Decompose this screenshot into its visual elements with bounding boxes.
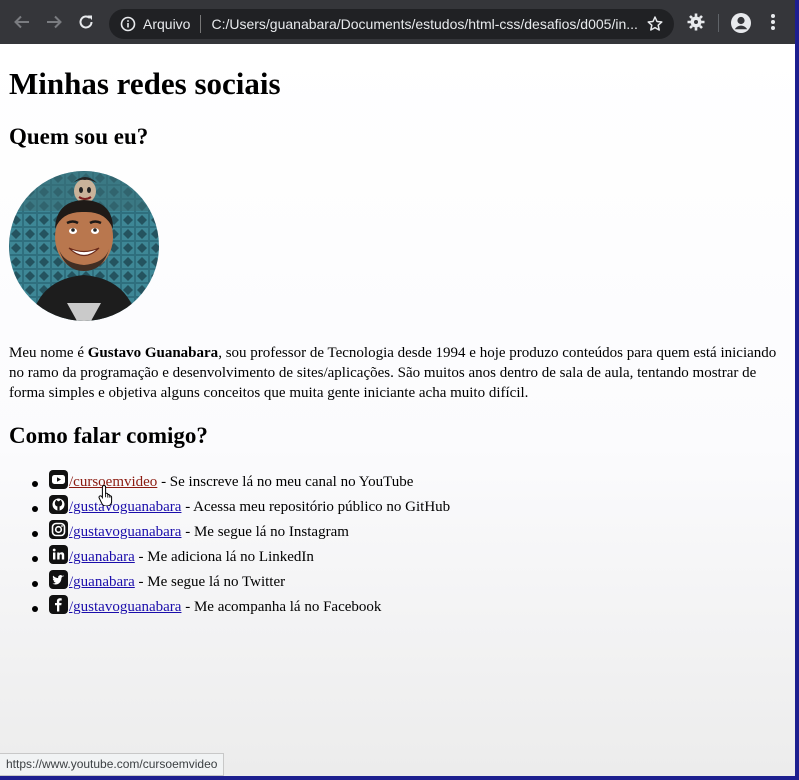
arrow-left-icon xyxy=(14,15,29,29)
address-separator xyxy=(200,15,202,33)
account-icon xyxy=(731,13,751,33)
linkedin-description: - Me adiciona lá no LinkedIn xyxy=(134,549,314,565)
bullet xyxy=(32,506,38,512)
linkedin-link[interactable]: /guanabara xyxy=(69,549,135,565)
about-heading: Quem sou eu? xyxy=(9,124,149,149)
browser-window: Arquivo C:/Users/guanabara/Documents/est… xyxy=(0,0,795,776)
back-button[interactable] xyxy=(6,6,38,38)
info-icon xyxy=(120,16,136,32)
twitter-link[interactable]: /guanabara xyxy=(69,574,135,590)
twitter-description: - Me segue lá no Twitter xyxy=(134,574,286,590)
contact-heading: Como falar comigo? xyxy=(9,423,208,448)
instagram-description: - Me segue lá no Instagram xyxy=(181,524,349,540)
list-item-github: /gustavoguanabara - Acessa meu repositór… xyxy=(0,495,450,520)
bullet xyxy=(32,606,38,612)
bullet xyxy=(32,556,38,562)
instagram-icon[interactable] xyxy=(49,520,68,539)
github-icon[interactable] xyxy=(49,495,68,514)
address-bar[interactable]: Arquivo C:/Users/guanabara/Documents/est… xyxy=(109,9,674,39)
bio-paragraph: Meu nome é Gustavo Guanabara, sou profes… xyxy=(9,343,779,403)
profile-button[interactable] xyxy=(730,12,752,39)
star-icon xyxy=(647,16,663,31)
facebook-icon[interactable] xyxy=(49,595,68,614)
site-info-button[interactable] xyxy=(119,15,137,33)
profile-photo xyxy=(9,171,159,321)
page-content: Minhas redes sociais Quem sou eu? Meu no… xyxy=(0,44,795,776)
forward-button[interactable] xyxy=(38,6,70,38)
address-url[interactable]: C:/Users/guanabara/Documents/estudos/htm… xyxy=(211,16,643,32)
youtube-icon[interactable] xyxy=(49,470,68,489)
linkedin-icon[interactable] xyxy=(49,545,68,564)
status-bar-url: https://www.youtube.com/cursoemvideo xyxy=(0,753,225,776)
youtube-description: - Se inscreve lá no meu canal no YouTube xyxy=(157,474,414,490)
github-link[interactable]: /gustavoguanabara xyxy=(69,499,181,515)
extension-gear-icon xyxy=(687,13,705,31)
bullet xyxy=(32,531,38,537)
github-description: - Acessa meu repositório público no GitH… xyxy=(181,499,451,515)
arrow-right-icon xyxy=(47,15,62,29)
hand-pointer-cursor-icon xyxy=(98,484,113,506)
instagram-link[interactable]: /gustavoguanabara xyxy=(69,524,181,540)
browser-toolbar: Arquivo C:/Users/guanabara/Documents/est… xyxy=(0,0,795,44)
bullet xyxy=(32,581,38,587)
list-item-twitter: /guanabara - Me segue lá no Twitter xyxy=(0,570,450,595)
site-info-label[interactable]: Arquivo xyxy=(143,16,190,32)
kebab-menu-icon xyxy=(771,14,775,30)
list-item-facebook: /gustavoguanabara - Me acompanha lá no F… xyxy=(0,595,450,620)
browser-menu-button[interactable] xyxy=(767,12,779,37)
extension-button[interactable] xyxy=(686,12,706,37)
reload-icon xyxy=(79,15,93,29)
facebook-link[interactable]: /gustavoguanabara xyxy=(69,599,181,615)
bio-name: Gustavo Guanabara xyxy=(87,345,219,361)
list-item-youtube: /cursoemvideo - Se inscreve lá no meu ca… xyxy=(0,470,450,495)
list-item-linkedin: /guanabara - Me adiciona lá no LinkedIn xyxy=(0,545,450,570)
bio-prefix: Meu nome é xyxy=(9,345,88,361)
facebook-description: - Me acompanha lá no Facebook xyxy=(181,599,382,615)
bookmark-button[interactable] xyxy=(646,15,664,36)
reload-button[interactable] xyxy=(70,6,102,38)
twitter-icon[interactable] xyxy=(49,570,68,589)
list-item-instagram: /gustavoguanabara - Me segue lá no Insta… xyxy=(0,520,450,545)
toolbar-separator xyxy=(718,14,719,32)
bullet xyxy=(32,481,38,487)
page-title: Minhas redes sociais xyxy=(9,66,281,101)
social-list: /cursoemvideo - Se inscreve lá no meu ca… xyxy=(0,470,450,620)
